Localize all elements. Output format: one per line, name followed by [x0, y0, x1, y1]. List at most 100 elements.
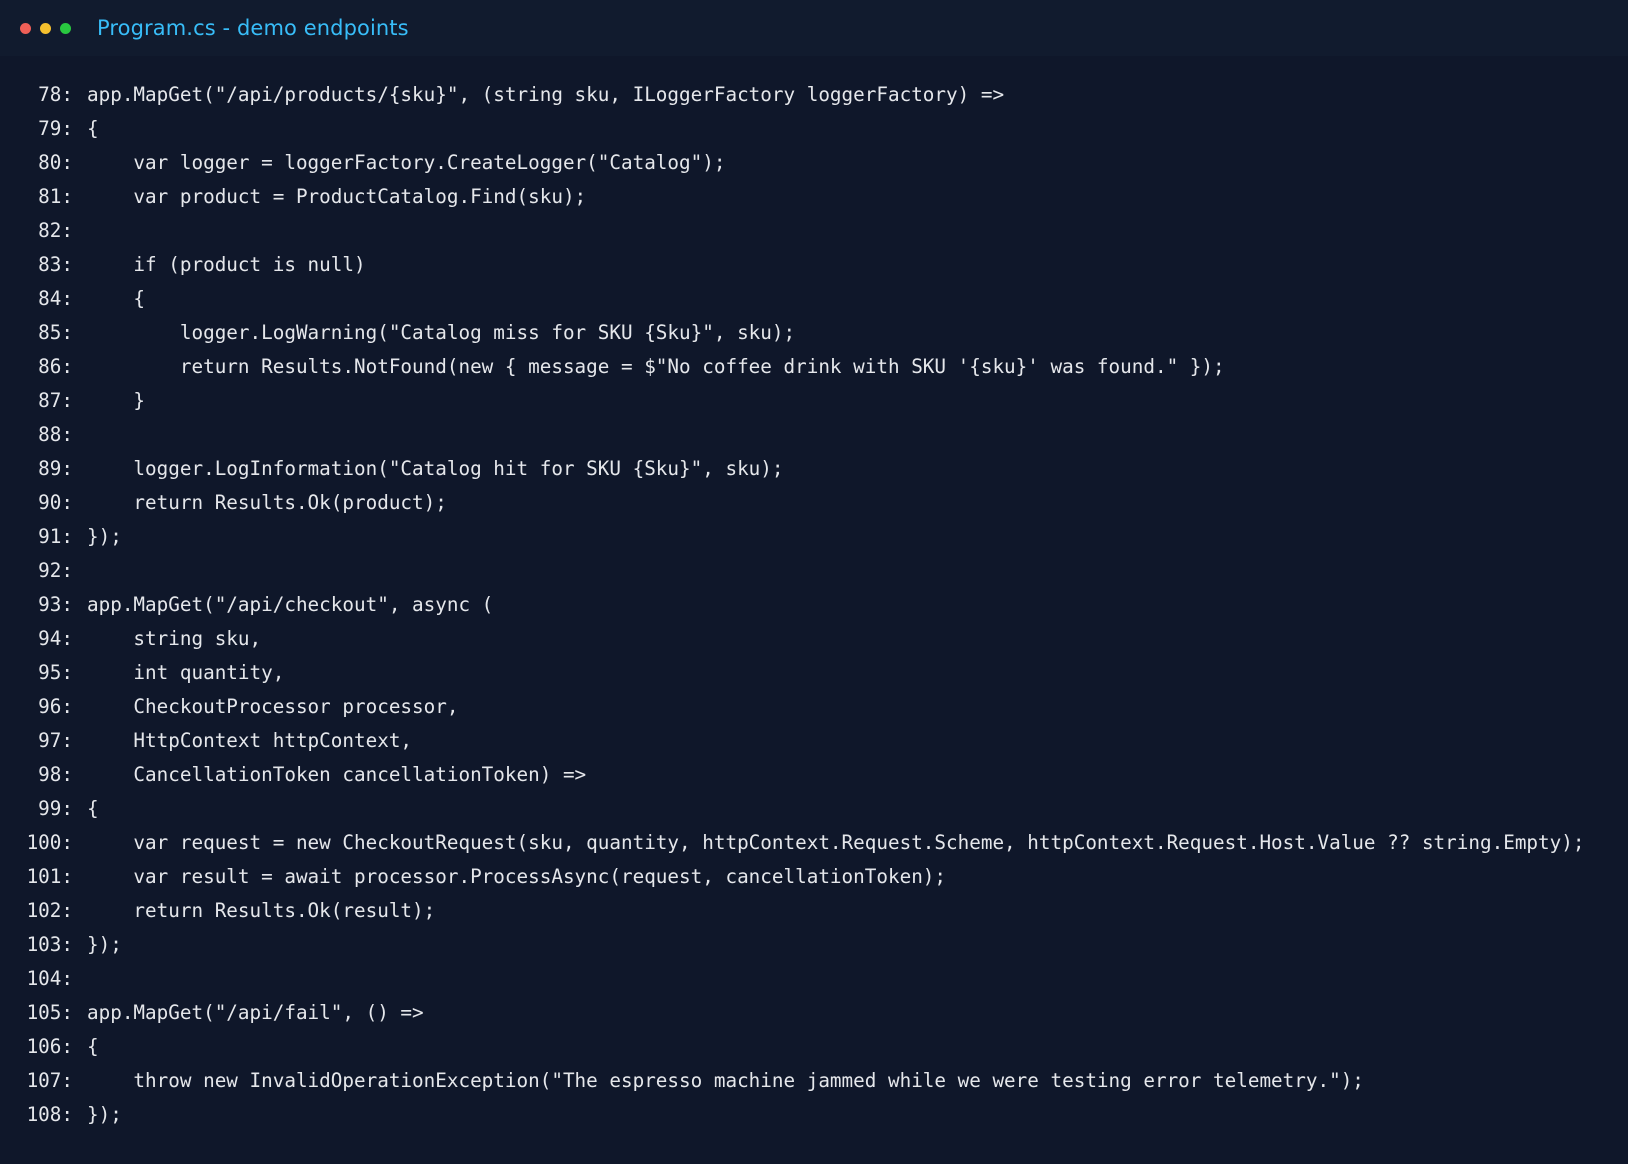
- code-line: 100: var request = new CheckoutRequest(s…: [0, 826, 1628, 860]
- code-line: 106: {: [0, 1030, 1628, 1064]
- code-line: 105: app.MapGet("/api/fail", () =>: [0, 996, 1628, 1030]
- code-window: Program.cs - demo endpoints 78: app.MapGe…: [0, 0, 1628, 1164]
- code-text: }: [87, 389, 146, 412]
- code-line: 98: CancellationToken cancellationToken)…: [0, 758, 1628, 792]
- code-text: if (product is null): [87, 253, 366, 276]
- line-number: 85:: [38, 321, 73, 344]
- code-line: 84: {: [0, 282, 1628, 316]
- code-text: {: [87, 797, 99, 820]
- code-text: app.MapGet("/api/fail", () =>: [87, 1001, 424, 1024]
- code-text: logger.LogWarning("Catalog miss for SKU …: [87, 321, 796, 344]
- code-text: logger.LogInformation("Catalog hit for S…: [87, 457, 784, 480]
- code-text: var result = await processor.ProcessAsyn…: [87, 865, 947, 888]
- title-bar: Program.cs - demo endpoints: [0, 0, 1628, 56]
- code-line: 94: string sku,: [0, 622, 1628, 656]
- line-number: 93:: [38, 593, 73, 616]
- line-number: 78:: [38, 83, 73, 106]
- line-number: 89:: [38, 457, 73, 480]
- code-line: 85: logger.LogWarning("Catalog miss for …: [0, 316, 1628, 350]
- code-text: return Results.Ok(product);: [87, 491, 447, 514]
- line-number: 96:: [38, 695, 73, 718]
- code-line: 96: CheckoutProcessor processor,: [0, 690, 1628, 724]
- line-number: 99:: [38, 797, 73, 820]
- code-text: {: [87, 1035, 99, 1058]
- code-line: 97: HttpContext httpContext,: [0, 724, 1628, 758]
- line-number: 98:: [38, 763, 73, 786]
- code-text: });: [87, 933, 122, 956]
- line-number: 91:: [38, 525, 73, 548]
- code-line: 88:: [0, 418, 1628, 452]
- code-text: {: [87, 117, 99, 140]
- code-line: 83: if (product is null): [0, 248, 1628, 282]
- close-button[interactable]: [20, 22, 31, 34]
- code-line: 92:: [0, 554, 1628, 588]
- code-line: 82:: [0, 214, 1628, 248]
- line-number: 104:: [26, 967, 73, 990]
- line-number: 105:: [26, 1001, 73, 1024]
- line-number: 108:: [26, 1103, 73, 1126]
- code-line: 81: var product = ProductCatalog.Find(sk…: [0, 180, 1628, 214]
- code-text: string sku,: [87, 627, 262, 650]
- code-line: 89: logger.LogInformation("Catalog hit f…: [0, 452, 1628, 486]
- code-line: 78: app.MapGet("/api/products/{sku}", (st…: [0, 78, 1628, 112]
- line-number: 100:: [26, 831, 73, 854]
- line-number: 87:: [38, 389, 73, 412]
- minimize-button[interactable]: [40, 22, 51, 34]
- code-line: 99: {: [0, 792, 1628, 826]
- line-number: 90:: [38, 491, 73, 514]
- code-text: var product = ProductCatalog.Find(sku);: [87, 185, 587, 208]
- code-line: 104:: [0, 962, 1628, 996]
- code-text: int quantity,: [87, 661, 285, 684]
- code-line: 80: var logger = loggerFactory.CreateLog…: [0, 146, 1628, 180]
- code-text: app.MapGet("/api/checkout", async (: [87, 593, 494, 616]
- line-number: 95:: [38, 661, 73, 684]
- maximize-button[interactable]: [60, 22, 71, 34]
- line-number: 103:: [26, 933, 73, 956]
- code-text: CancellationToken cancellationToken) =>: [87, 763, 587, 786]
- line-number: 84:: [38, 287, 73, 310]
- line-number: 83:: [38, 253, 73, 276]
- code-text: HttpContext httpContext,: [87, 729, 413, 752]
- code-text: CheckoutProcessor processor,: [87, 695, 459, 718]
- code-line: 101: var result = await processor.Proces…: [0, 860, 1628, 894]
- line-number: 81:: [38, 185, 73, 208]
- code-line: 108:});: [0, 1098, 1628, 1132]
- code-line: 91:});: [0, 520, 1628, 554]
- line-number: 79:: [38, 117, 73, 140]
- line-number: 101:: [26, 865, 73, 888]
- window-controls: [20, 22, 71, 34]
- line-number: 92:: [38, 559, 73, 582]
- code-line: 86: return Results.NotFound(new { messag…: [0, 350, 1628, 384]
- code-line: 95: int quantity,: [0, 656, 1628, 690]
- code-text: return Results.NotFound(new { message = …: [87, 355, 1225, 378]
- code-line: 93: app.MapGet("/api/checkout", async (: [0, 588, 1628, 622]
- window-title: Program.cs - demo endpoints: [97, 16, 409, 40]
- code-line: 87: }: [0, 384, 1628, 418]
- line-number: 80:: [38, 151, 73, 174]
- code-text: var request = new CheckoutRequest(sku, q…: [87, 831, 1585, 854]
- line-number: 82:: [38, 219, 73, 242]
- line-number: 106:: [26, 1035, 73, 1058]
- line-number: 94:: [38, 627, 73, 650]
- line-number: 88:: [38, 423, 73, 446]
- line-number: 86:: [38, 355, 73, 378]
- code-editor[interactable]: 78: app.MapGet("/api/products/{sku}", (st…: [0, 78, 1628, 1138]
- code-line: 107: throw new InvalidOperationException…: [0, 1064, 1628, 1098]
- code-line: 102: return Results.Ok(result);: [0, 894, 1628, 928]
- code-text: var logger = loggerFactory.CreateLogger(…: [87, 151, 726, 174]
- code-text: app.MapGet("/api/products/{sku}", (strin…: [87, 83, 1005, 106]
- line-number: 97:: [38, 729, 73, 752]
- code-line: 103:});: [0, 928, 1628, 962]
- code-text: throw new InvalidOperationException("The…: [87, 1069, 1364, 1092]
- code-text: });: [87, 525, 122, 548]
- line-number: 102:: [26, 899, 73, 922]
- code-text: return Results.Ok(result);: [87, 899, 436, 922]
- line-number: 107:: [26, 1069, 73, 1092]
- code-text: });: [87, 1103, 122, 1126]
- code-line: 90: return Results.Ok(product);: [0, 486, 1628, 520]
- code-line: 79: {: [0, 112, 1628, 146]
